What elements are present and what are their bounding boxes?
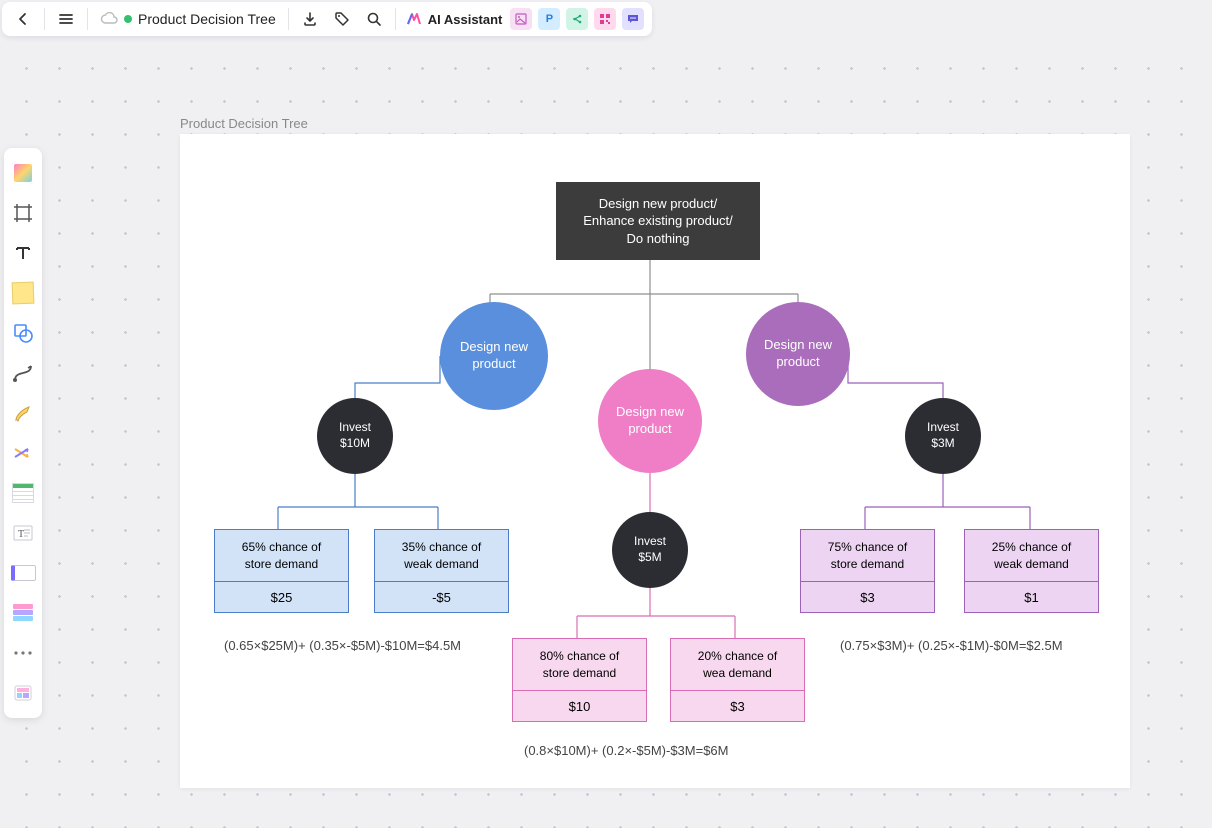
outcome-c1-l1: 75% chance of [828, 540, 907, 554]
pen-tool[interactable] [7, 394, 39, 432]
root-line2: Enhance existing product/ [583, 213, 733, 228]
ai-assistant-label: AI Assistant [428, 12, 503, 27]
theme-tool[interactable] [7, 154, 39, 192]
frame-tool[interactable] [7, 194, 39, 232]
outcome-b1-l1: 80% chance of [540, 649, 619, 663]
invest-c-l1: Invest [927, 420, 959, 434]
chip-p-icon[interactable]: P [538, 8, 560, 30]
branch-a-l2: product [472, 356, 515, 371]
formula-b: (0.8×$10M)+ (0.2×-$5M)-$3M=$6M [524, 743, 728, 758]
separator [288, 8, 289, 30]
branch-c-circle[interactable]: Design new product [746, 302, 850, 406]
templates-tool[interactable] [7, 674, 39, 712]
outcome-a1-l2: store demand [245, 557, 318, 571]
text-tool[interactable] [7, 234, 39, 272]
back-button[interactable] [8, 4, 38, 34]
page-title: Product Decision Tree [180, 116, 308, 131]
search-button[interactable] [359, 4, 389, 34]
separator [87, 8, 88, 30]
outcome-c2-l1: 25% chance of [992, 540, 1071, 554]
connector-tool[interactable] [7, 354, 39, 392]
outcome-b2-l2: wea demand [703, 666, 772, 680]
invest-c-node[interactable]: Invest $3M [905, 398, 981, 474]
root-line3: Do nothing [627, 231, 690, 246]
outcome-b2-value: $3 [671, 690, 804, 721]
tag-button[interactable] [327, 4, 357, 34]
sticky-note-tool[interactable] [7, 274, 39, 312]
outcome-b1[interactable]: 80% chance of store demand $10 [512, 638, 647, 722]
chip-share-icon[interactable] [566, 8, 588, 30]
outcome-a2-value: -$5 [375, 581, 508, 612]
branch-c-l2: product [776, 354, 819, 369]
diagram-canvas[interactable]: Design new product/ Enhance existing pro… [180, 134, 1130, 788]
outcome-a1[interactable]: 65% chance of store demand $25 [214, 529, 349, 613]
outcome-b1-l2: store demand [543, 666, 616, 680]
card-tool[interactable] [7, 554, 39, 592]
document-title-group: Product Decision Tree [100, 4, 276, 34]
ai-logo-icon [406, 11, 422, 27]
branch-b-l1: Design new [616, 404, 684, 419]
invest-a-node[interactable]: Invest $10M [317, 398, 393, 474]
swap-tool[interactable] [7, 434, 39, 472]
outcome-c1[interactable]: 75% chance of store demand $3 [800, 529, 935, 613]
top-toolbar: Product Decision Tree AI Assistant P [2, 2, 652, 36]
chip-image-icon[interactable] [510, 8, 532, 30]
outcome-c2[interactable]: 25% chance of weak demand $1 [964, 529, 1099, 613]
outcome-a2-l1: 35% chance of [402, 540, 481, 554]
invest-a-l1: Invest [339, 420, 371, 434]
stack-tool[interactable] [7, 594, 39, 632]
branch-a-l1: Design new [460, 339, 528, 354]
more-tools[interactable] [7, 634, 39, 672]
ai-assistant-button[interactable]: AI Assistant [402, 11, 507, 27]
svg-text:T: T [18, 529, 24, 540]
separator [395, 8, 396, 30]
document-title[interactable]: Product Decision Tree [138, 4, 276, 34]
outcome-b2[interactable]: 20% chance of wea demand $3 [670, 638, 805, 722]
outcome-a1-value: $25 [215, 581, 348, 612]
formula-a: (0.65×$25M)+ (0.35×-$5M)-$10M=$4.5M [224, 638, 461, 653]
formula-c: (0.75×$3M)+ (0.25×-$1M)-$0M=$2.5M [840, 638, 1063, 653]
chip-qr-icon[interactable] [594, 8, 616, 30]
invest-b-l1: Invest [634, 534, 666, 548]
outcome-c1-l2: store demand [831, 557, 904, 571]
chip-comment-icon[interactable] [622, 8, 644, 30]
branch-c-l1: Design new [764, 337, 832, 352]
branch-b-circle[interactable]: Design new product [598, 369, 702, 473]
outcome-c2-l2: weak demand [994, 557, 1069, 571]
outcome-b2-l1: 20% chance of [698, 649, 777, 663]
separator [44, 8, 45, 30]
root-decision-node[interactable]: Design new product/ Enhance existing pro… [556, 182, 760, 260]
text-card-tool[interactable]: T [7, 514, 39, 552]
outcome-c1-value: $3 [801, 581, 934, 612]
invest-b-l2: $5M [638, 550, 661, 564]
outcome-a1-l1: 65% chance of [242, 540, 321, 554]
outcome-b1-value: $10 [513, 690, 646, 721]
outcome-c2-value: $1 [965, 581, 1098, 612]
branch-b-l2: product [628, 421, 671, 436]
outcome-a2-l2: weak demand [404, 557, 479, 571]
download-button[interactable] [295, 4, 325, 34]
outcome-a2[interactable]: 35% chance of weak demand -$5 [374, 529, 509, 613]
cloud-icon [100, 12, 118, 26]
branch-a-circle[interactable]: Design new product [440, 302, 548, 410]
table-tool[interactable] [7, 474, 39, 512]
sync-status-dot [124, 15, 132, 23]
shape-tool[interactable] [7, 314, 39, 352]
invest-c-l2: $3M [931, 436, 954, 450]
invest-a-l2: $10M [340, 436, 370, 450]
root-line1: Design new product/ [599, 196, 718, 211]
side-toolbar: T [4, 148, 42, 718]
menu-button[interactable] [51, 4, 81, 34]
invest-b-node[interactable]: Invest $5M [612, 512, 688, 588]
